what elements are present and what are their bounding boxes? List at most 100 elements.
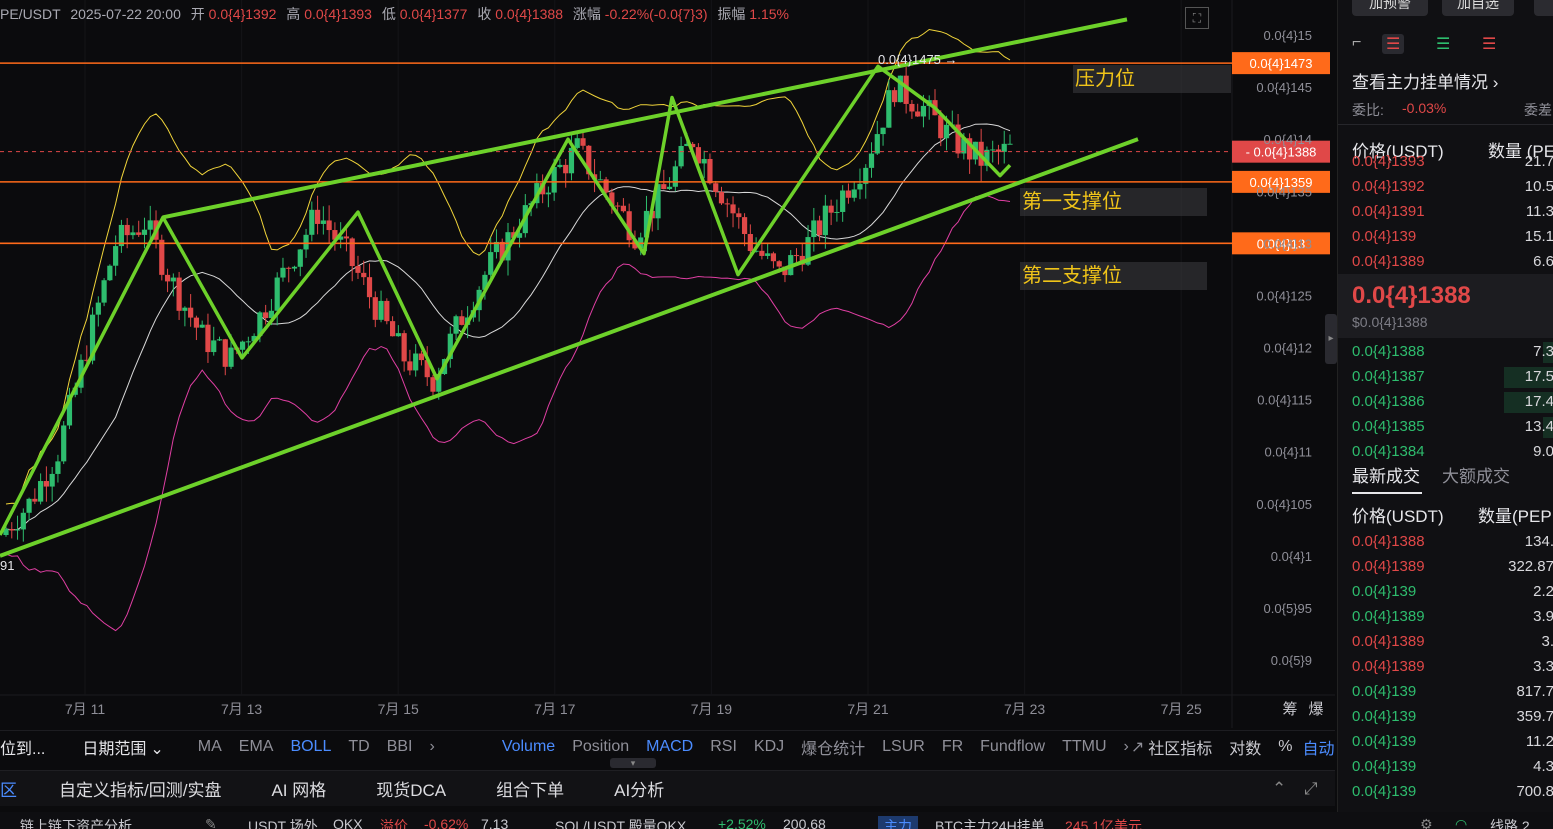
- candle-body: [678, 145, 684, 167]
- edit-icon[interactable]: ↗: [1131, 737, 1144, 757]
- row-price: 0.0{4}139: [1352, 683, 1417, 700]
- row-price: 0.0{4}139: [1352, 708, 1417, 725]
- bids-view-icon[interactable]: ☰: [1436, 34, 1450, 54]
- bid-row[interactable]: 0.0{4}1387 17.5: [1338, 365, 1553, 390]
- log-scale-toggle[interactable]: 对数: [1229, 735, 1261, 759]
- collapse-panel-handle[interactable]: ▸: [1325, 314, 1337, 364]
- ask-row[interactable]: 0.0{4}1391 11.3: [1338, 200, 1553, 225]
- indicator-td[interactable]: TD: [348, 738, 369, 756]
- ticker-usdt-otc[interactable]: USDT 场外: [248, 816, 318, 829]
- price-tick-label: 0.0{4}135: [1256, 184, 1312, 199]
- trade-row[interactable]: 0.0{4}1389 3.3: [1338, 655, 1553, 680]
- expand-icon[interactable]: ⤢: [1304, 779, 1318, 799]
- candle-body: [453, 316, 459, 334]
- row-price: 0.0{4}139: [1352, 783, 1417, 800]
- bid-row[interactable]: 0.0{4}1385 13.4: [1338, 415, 1553, 440]
- depth-link[interactable]: 查看主力挂单情况 ›: [1352, 68, 1498, 93]
- ticker-asset-analysis[interactable]: 链上链下资产分析: [20, 816, 132, 829]
- tab-ai-grid[interactable]: AI 网格: [271, 776, 326, 801]
- date-range-dropdown[interactable]: 日期范围 ⌄: [82, 735, 163, 759]
- indicator-ma[interactable]: MA: [198, 738, 222, 756]
- trade-row[interactable]: 0.0{4}1389 3.: [1338, 630, 1553, 655]
- orderbook-view-toggles: ⌐ ☰ ☰ ☰: [1338, 34, 1553, 58]
- candle-body: [765, 253, 771, 256]
- network-route[interactable]: 线路 2: [1490, 816, 1530, 829]
- trade-row[interactable]: 0.0{4}139 2.2: [1338, 580, 1553, 605]
- ticker-sol[interactable]: SOL/USDT 殿量OKX: [555, 816, 686, 829]
- candle-body: [32, 498, 38, 502]
- trade-row[interactable]: 0.0{4}1389 3.9: [1338, 605, 1553, 630]
- settings-icon[interactable]: ⚙: [1420, 816, 1433, 829]
- indicator-volume[interactable]: Volume: [502, 738, 555, 756]
- candle-body: [793, 255, 800, 257]
- candle-body: [615, 205, 621, 207]
- candle-body: [309, 209, 315, 235]
- tab-latest-trades[interactable]: 最新成交: [1352, 462, 1420, 487]
- candle-body: [574, 138, 580, 148]
- trade-row[interactable]: 0.0{4}139 4.3: [1338, 755, 1553, 780]
- liquidation-button[interactable]: 爆: [1308, 701, 1323, 718]
- price-tick-label: 0.0{4}14: [1264, 132, 1312, 147]
- indicator-liquidation[interactable]: 爆仓统计: [801, 735, 865, 759]
- community-indicators[interactable]: 社区指标: [1148, 735, 1212, 759]
- price-chart[interactable]: 0.0{4}14730.0{4}13590.0{4}13- 0.0{4}1388…: [0, 0, 1335, 728]
- trade-row[interactable]: 0.0{4}139 11.2: [1338, 730, 1553, 755]
- candle-body: [620, 205, 627, 212]
- indicator-ema[interactable]: EMA: [239, 738, 274, 756]
- bid-row[interactable]: 0.0{4}1386 17.4: [1338, 390, 1553, 415]
- indicator-lsur[interactable]: LSUR: [882, 738, 925, 756]
- price-tick-label: 0.0{5}95: [1264, 601, 1312, 616]
- time-tick-label: 7月 25: [1161, 701, 1202, 717]
- candle-body: [990, 149, 996, 151]
- more-button[interactable]: [1534, 0, 1553, 16]
- panel-resize-handle[interactable]: ▾: [610, 758, 656, 768]
- trade-row[interactable]: 0.0{4}139 817.7: [1338, 680, 1553, 705]
- tab-large-trades[interactable]: 大额成交: [1442, 462, 1510, 487]
- ticker-btc-orders-value: 245.1亿美元: [1065, 818, 1143, 829]
- chips-button[interactable]: 筹: [1282, 701, 1297, 718]
- indicator-kdj[interactable]: KDJ: [754, 738, 784, 756]
- indicator-fundflow[interactable]: Fundflow: [980, 738, 1045, 756]
- candle-body: [545, 192, 551, 195]
- ticker-main-tag: 主力: [878, 816, 918, 829]
- chevron-up-icon[interactable]: ⌃: [1272, 779, 1286, 799]
- time-tick-label: 7月 13: [221, 701, 262, 717]
- chevron-right-icon[interactable]: ›: [429, 738, 434, 756]
- tab-spot-dca[interactable]: 现货DCA: [376, 776, 446, 801]
- edit-icon[interactable]: ✎: [205, 816, 217, 829]
- chevron-right-icon[interactable]: ›: [1124, 738, 1129, 756]
- ask-row[interactable]: 0.0{4}1389 6.6: [1338, 250, 1553, 275]
- trade-row[interactable]: 0.0{4}1389 322.87: [1338, 555, 1553, 580]
- indicator-bbi[interactable]: BBI: [387, 738, 413, 756]
- trade-row[interactable]: 0.0{4}1388 134.: [1338, 530, 1553, 555]
- ask-row[interactable]: 0.0{4}139 15.1: [1338, 225, 1553, 250]
- auto-scale-toggle[interactable]: 自动: [1303, 735, 1335, 759]
- ticker-btc-orders[interactable]: BTC主力24H挂单: [935, 816, 1045, 829]
- indicator-position[interactable]: Position: [572, 738, 629, 756]
- bid-row[interactable]: 0.0{4}1388 7.3: [1338, 340, 1553, 365]
- layout-icon[interactable]: ⌐: [1352, 34, 1361, 52]
- ask-row[interactable]: 0.0{4}1392 10.5: [1338, 175, 1553, 200]
- indicator-fr[interactable]: FR: [942, 738, 963, 756]
- candle-body: [303, 234, 309, 250]
- tab-combo-order[interactable]: 组合下单: [496, 776, 564, 801]
- indicator-ttmu[interactable]: TTMU: [1062, 738, 1106, 756]
- resistance-annotation: 压力位: [1073, 65, 1231, 93]
- toolbar-left-cut[interactable]: 位到...: [0, 735, 45, 759]
- trade-row[interactable]: 0.0{4}139 359.7: [1338, 705, 1553, 730]
- tab-ai-analysis[interactable]: AI分析: [614, 776, 664, 801]
- percent-scale-toggle[interactable]: %: [1278, 738, 1292, 756]
- indicator-macd[interactable]: MACD: [646, 738, 693, 756]
- fullscreen-icon[interactable]: ⛶: [1185, 7, 1209, 29]
- indicator-boll[interactable]: BOLL: [290, 738, 331, 756]
- both-sides-view-icon[interactable]: ☰: [1382, 34, 1405, 54]
- row-price: 0.0{4}1389: [1352, 558, 1425, 575]
- trade-row[interactable]: 0.0{4}139 700.8: [1338, 780, 1553, 805]
- indicator-rsi[interactable]: RSI: [710, 738, 737, 756]
- tab-custom-indicators[interactable]: 自定义指标/回测/实盘: [59, 776, 221, 801]
- ask-row[interactable]: 0.0{4}1393 21.7: [1338, 150, 1553, 175]
- add-alert-button[interactable]: 加预警: [1352, 0, 1428, 16]
- tab-cut-left[interactable]: 区: [0, 776, 17, 801]
- asks-view-icon[interactable]: ☰: [1482, 34, 1496, 54]
- add-watchlist-button[interactable]: 加自选: [1442, 0, 1514, 16]
